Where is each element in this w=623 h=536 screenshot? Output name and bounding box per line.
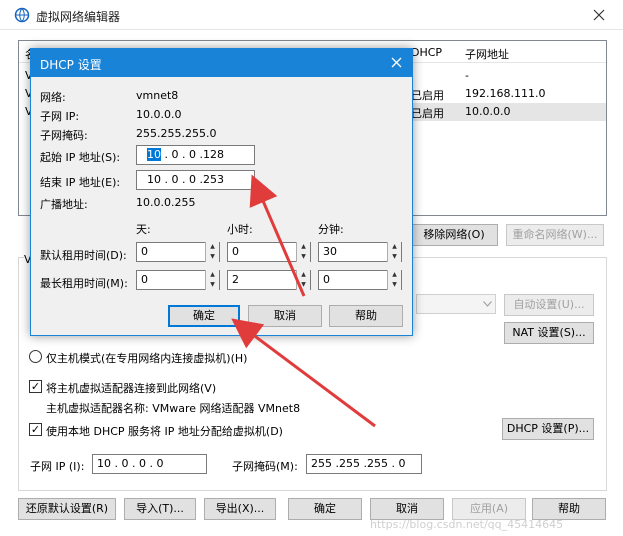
arrow-to-ok-button [231, 318, 376, 428]
annotation-arrows [231, 174, 376, 428]
arrow-to-end-ip [249, 174, 306, 297]
